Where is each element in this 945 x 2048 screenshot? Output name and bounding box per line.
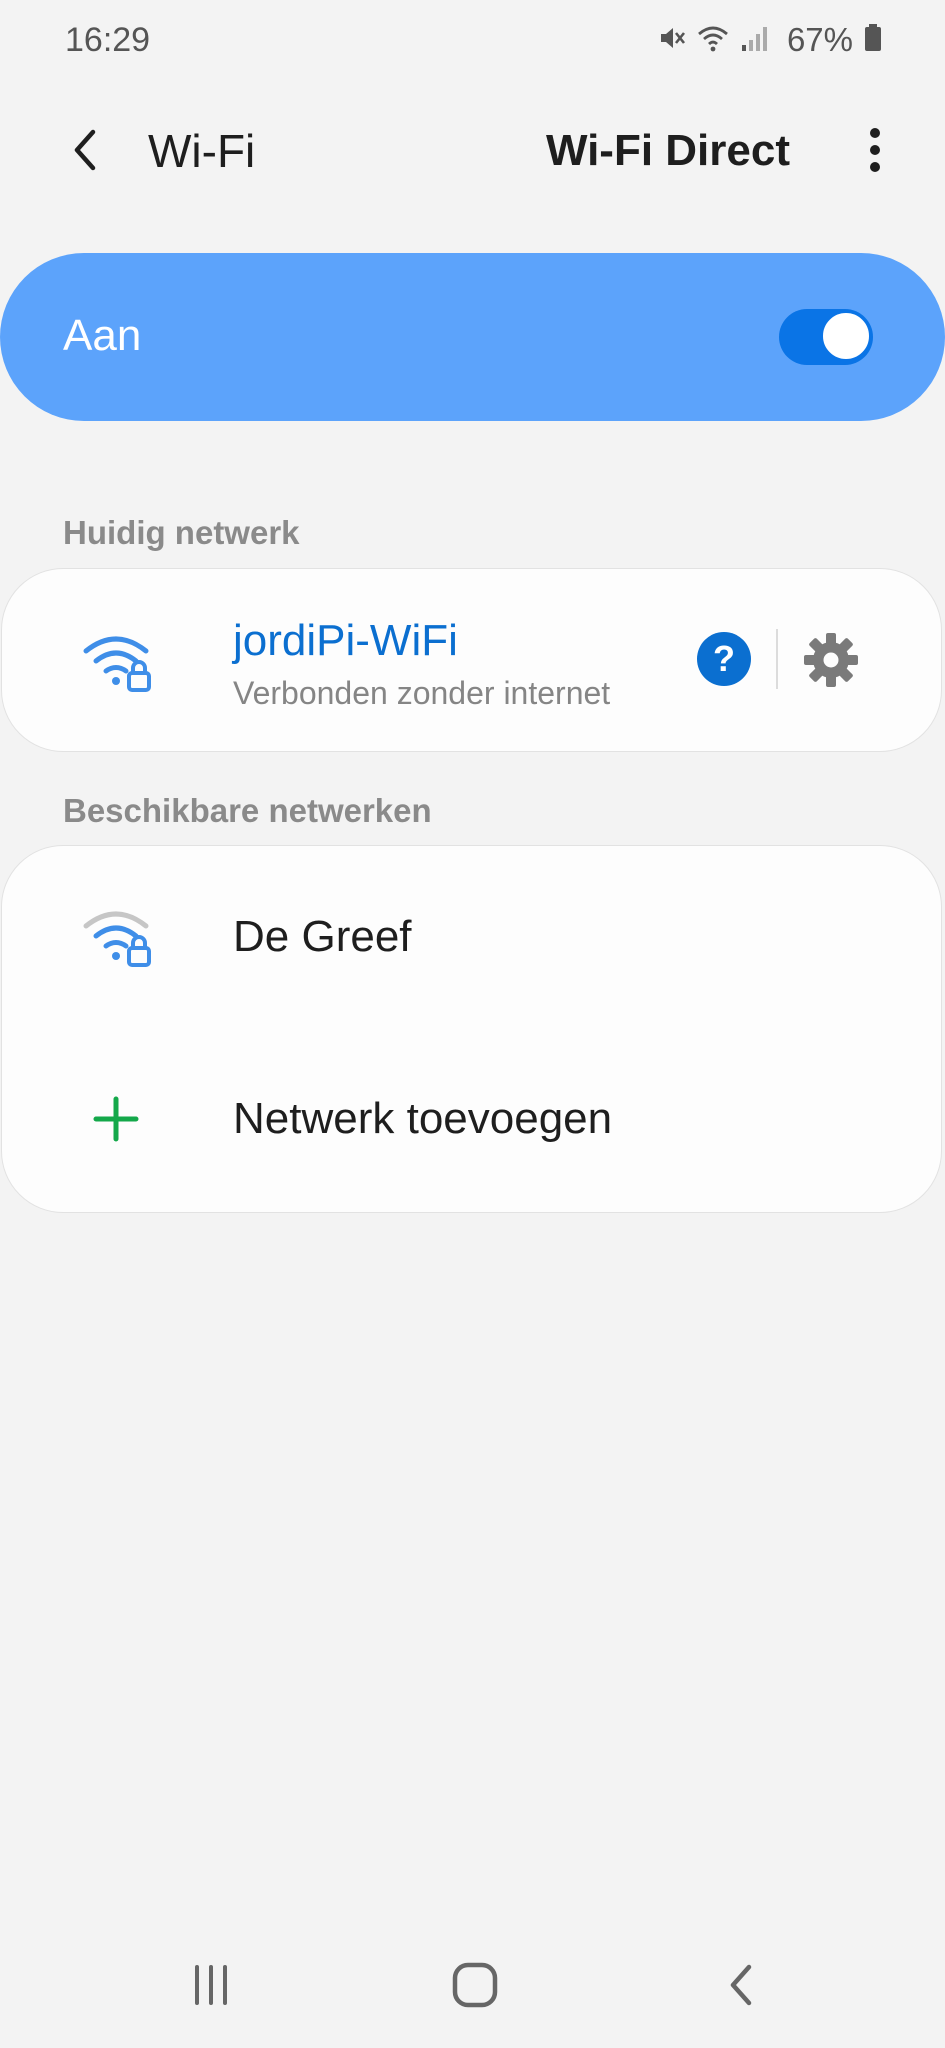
network-name: De Greef [233, 912, 412, 961]
help-button[interactable]: ? [697, 632, 751, 686]
status-time: 16:29 [65, 21, 151, 59]
page-title: Wi-Fi [148, 125, 256, 177]
wifi-direct-button[interactable]: Wi-Fi Direct [546, 124, 790, 178]
gear-icon [804, 633, 858, 687]
wifi-master-switch-row[interactable]: Aan [0, 253, 945, 421]
mute-icon [657, 23, 687, 58]
wifi-lock-icon [80, 629, 156, 695]
system-back-button[interactable] [696, 1940, 786, 2030]
recent-apps-icon [195, 1965, 227, 2005]
current-network-card: jordiPi-WiFi Verbonden zonder internet ? [1, 568, 942, 752]
wifi-icon [697, 23, 729, 58]
current-network-name[interactable]: jordiPi-WiFi [233, 614, 458, 668]
more-vertical-icon [870, 128, 880, 172]
master-switch-label: Aan [63, 311, 142, 360]
add-network-label: Netwerk toevoegen [233, 1094, 613, 1143]
plus-icon [92, 1095, 140, 1143]
more-options-button[interactable] [845, 120, 905, 180]
navigation-bar [0, 1920, 945, 2048]
back-button[interactable] [55, 120, 115, 180]
toggle-knob [821, 311, 871, 361]
battery-percentage: 67% [786, 21, 853, 58]
home-button[interactable] [430, 1940, 520, 2030]
divider [776, 629, 778, 689]
add-network-button[interactable]: Netwerk toevoegen [2, 1028, 943, 1210]
available-networks-heading: Beschikbare netwerken [63, 792, 432, 829]
wifi-toggle[interactable] [779, 309, 873, 365]
status-bar: 16:29 67% [0, 0, 945, 80]
available-networks-card: De Greef Netwerk toevoegen [1, 845, 942, 1213]
current-network-status: Verbonden zonder internet [233, 675, 611, 711]
home-icon [452, 1962, 498, 2008]
current-network-heading: Huidig netwerk [63, 514, 300, 551]
network-settings-button[interactable] [802, 631, 860, 689]
status-icons: 67% [657, 18, 883, 62]
network-list-item[interactable]: De Greef [2, 846, 943, 1028]
app-header: Wi-Fi Wi-Fi Direct [0, 100, 945, 200]
recent-apps-button[interactable] [166, 1940, 256, 2030]
wifi-lock-icon [80, 904, 156, 970]
question-icon: ? [713, 638, 735, 679]
signal-icon [739, 23, 769, 58]
battery-icon [863, 23, 883, 58]
chevron-left-icon [74, 129, 96, 171]
back-icon [730, 1964, 752, 2006]
